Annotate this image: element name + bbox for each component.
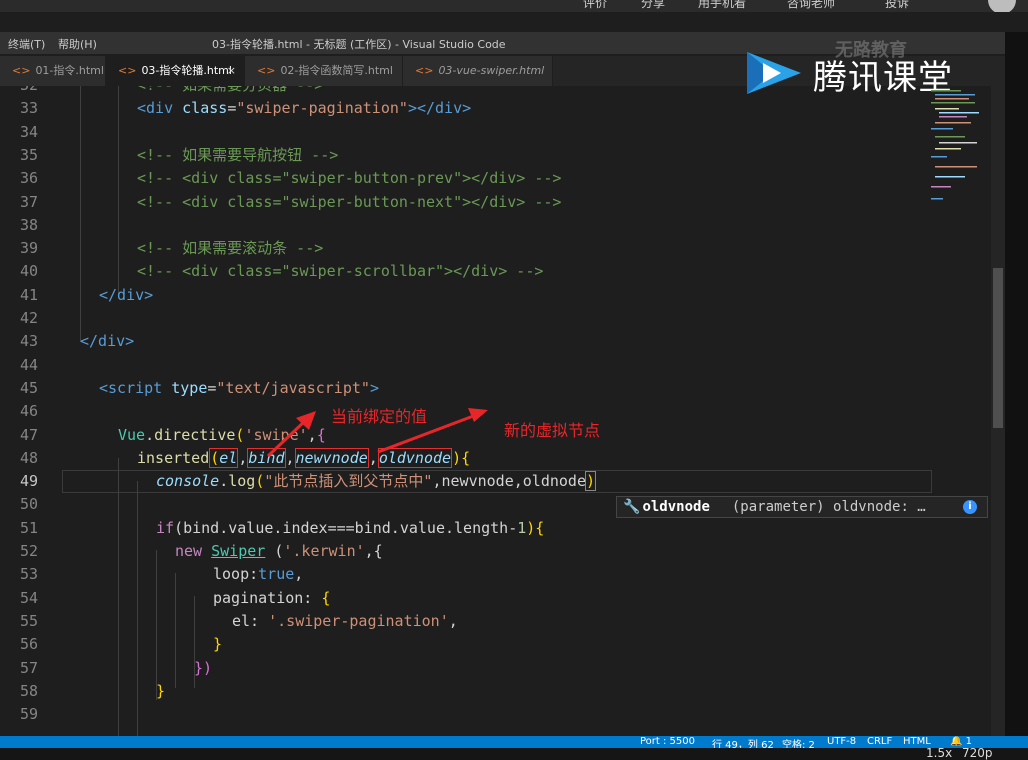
quality-button[interactable]: 720p (962, 748, 993, 760)
status-bar: Port : 5500 行 49，列 62 空格: 2 UTF-8 CRLF H… (0, 736, 1028, 748)
autocomplete-suggestion[interactable]: 🔧 oldvnode (parameter) oldvnode: … i (616, 496, 988, 518)
status-language[interactable]: HTML (903, 736, 931, 747)
arrow-head-icon (468, 408, 488, 422)
status-port[interactable]: Port : 5500 (640, 736, 695, 747)
status-spaces[interactable]: 空格: 2 (782, 736, 815, 748)
status-encoding[interactable]: UTF-8 (827, 736, 856, 747)
suggestion-detail: (parameter) oldvnode: … (731, 499, 926, 515)
annotation-new-vnode: 新的虚拟节点 (504, 421, 601, 440)
info-icon[interactable]: i (963, 500, 977, 514)
wrench-icon: 🔧 (623, 499, 641, 515)
bell-icon[interactable]: 🔔 1 (950, 736, 972, 747)
speed-button[interactable]: 1.5x (926, 748, 952, 760)
annotation-bound-value: 当前绑定的值 (331, 407, 428, 426)
side-panel-edge (1005, 32, 1028, 742)
status-position[interactable]: 行 49，列 62 (712, 736, 774, 748)
scrollbar-thumb[interactable] (993, 268, 1003, 428)
arrow-to-bind-note (266, 418, 308, 458)
suggestion-label: oldvnode (642, 499, 710, 515)
status-eol[interactable]: CRLF (867, 736, 892, 747)
player-controls: 1.5x 720p (0, 748, 1028, 760)
minimap[interactable] (925, 86, 991, 206)
annotation-arrows (266, 408, 488, 458)
